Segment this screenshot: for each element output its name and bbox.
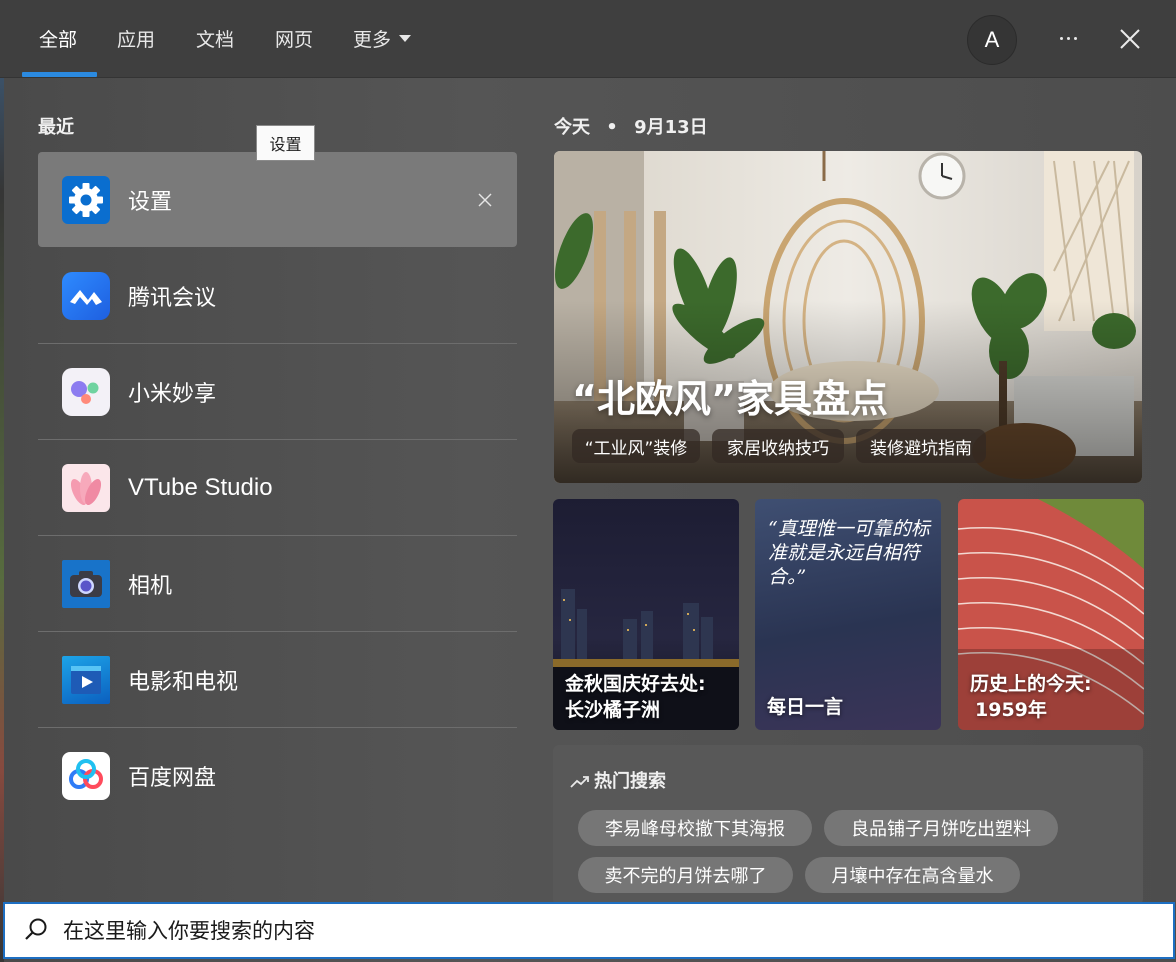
ellipsis-dot (1073, 36, 1077, 40)
search-input[interactable] (63, 916, 1143, 946)
gear-icon (62, 176, 110, 224)
ellipsis-icon (1059, 36, 1063, 40)
hero-title[interactable]: “北欧风”家具盘点 (572, 368, 888, 423)
xiaomi-miaoxiang-icon (62, 368, 110, 416)
topic-chip[interactable]: 家居收纳技巧 (712, 429, 844, 463)
active-tab-indicator (22, 72, 97, 77)
camera-icon (62, 560, 110, 608)
trending-item[interactable]: 李易峰母校撤下其海报 (578, 810, 812, 846)
recent-item-label: 电影和电视 (128, 670, 239, 695)
tab-documents[interactable]: 文档 (196, 25, 234, 52)
recent-item-baidu-netdisk[interactable]: 百度网盘 (38, 728, 517, 824)
recent-item-xiaomi[interactable]: 小米妙享 (38, 344, 517, 440)
chevron-down-icon (399, 35, 412, 42)
tooltip: 设置 (256, 125, 315, 161)
recent-item-label: 腾讯会议 (128, 286, 217, 311)
tab-apps[interactable]: 应用 (117, 25, 155, 52)
card-line: 金秋国庆好去处: (565, 673, 706, 695)
trending-heading-label: 热门搜索 (594, 771, 666, 792)
recent-item-label: 设置 (128, 189, 173, 215)
card-line: 长沙橘子洲 (565, 699, 661, 721)
baidu-netdisk-icon (62, 752, 110, 800)
desktop-edge (0, 0, 4, 962)
ellipsis-dot (1066, 36, 1070, 40)
tab-more-label: 更多 (353, 29, 392, 51)
topic-chip[interactable]: “工业风”装修 (572, 429, 700, 463)
trending-item[interactable]: 月壤中存在高含量水 (805, 857, 1020, 893)
today-date: 9月13日 (634, 117, 708, 138)
trending-item[interactable]: 卖不完的月饼去哪了 (578, 857, 793, 893)
recent-item-label: VTube Studio (128, 474, 273, 501)
card-travel-title: 金秋国庆好去处: 长沙橘子洲 (565, 671, 706, 723)
remove-recent-button[interactable] (477, 192, 493, 208)
search-bar[interactable] (3, 902, 1175, 959)
tab-all[interactable]: 全部 (39, 25, 77, 52)
recent-item-label: 相机 (128, 574, 173, 599)
recent-item-label: 小米妙享 (128, 382, 217, 407)
card-line: 1959年 (975, 699, 1047, 721)
tab-web[interactable]: 网页 (275, 25, 313, 52)
recent-item-movies-tv[interactable]: 电影和电视 (38, 632, 517, 728)
vtube-studio-icon (62, 464, 110, 512)
avatar-letter: A (984, 27, 1000, 52)
recent-item-vtube-studio[interactable]: VTube Studio (38, 440, 517, 536)
recent-item-camera[interactable]: 相机 (38, 536, 517, 632)
search-icon (25, 918, 47, 940)
tab-more[interactable]: 更多 (353, 25, 412, 52)
close-icon (478, 193, 492, 206)
trending-heading: 热门搜索 (570, 767, 666, 793)
close-button[interactable] (1115, 24, 1145, 54)
today-heading: 今天 • 9月13日 (554, 113, 708, 139)
trending-item[interactable]: 良品铺子月饼吃出塑料 (824, 810, 1058, 846)
recent-item-tencent-meeting[interactable]: 腾讯会议 (38, 248, 517, 344)
card-line: 历史上的今天: (970, 673, 1092, 695)
close-icon (1120, 29, 1140, 49)
movies-tv-icon (62, 656, 110, 704)
recent-item-label: 百度网盘 (128, 766, 217, 791)
card-history-title: 历史上的今天: 1959年 (970, 671, 1092, 723)
topic-chip[interactable]: 装修避坑指南 (856, 429, 986, 463)
more-options-button[interactable] (1052, 24, 1084, 52)
trending-up-icon (570, 776, 589, 788)
header-bar: 全部 应用 文档 网页 更多 A (0, 0, 1176, 78)
recent-item-settings[interactable]: 设置 (38, 152, 517, 247)
account-avatar[interactable]: A (967, 15, 1017, 65)
separator: • (606, 117, 618, 138)
tencent-meeting-icon (62, 272, 110, 320)
card-quote-title: 每日一言 (767, 696, 844, 718)
recent-heading: 最近 (38, 117, 74, 138)
today-label: 今天 (554, 117, 590, 138)
daily-quote: “真理惟一可靠的标准就是永远自相符合。” (768, 518, 930, 588)
